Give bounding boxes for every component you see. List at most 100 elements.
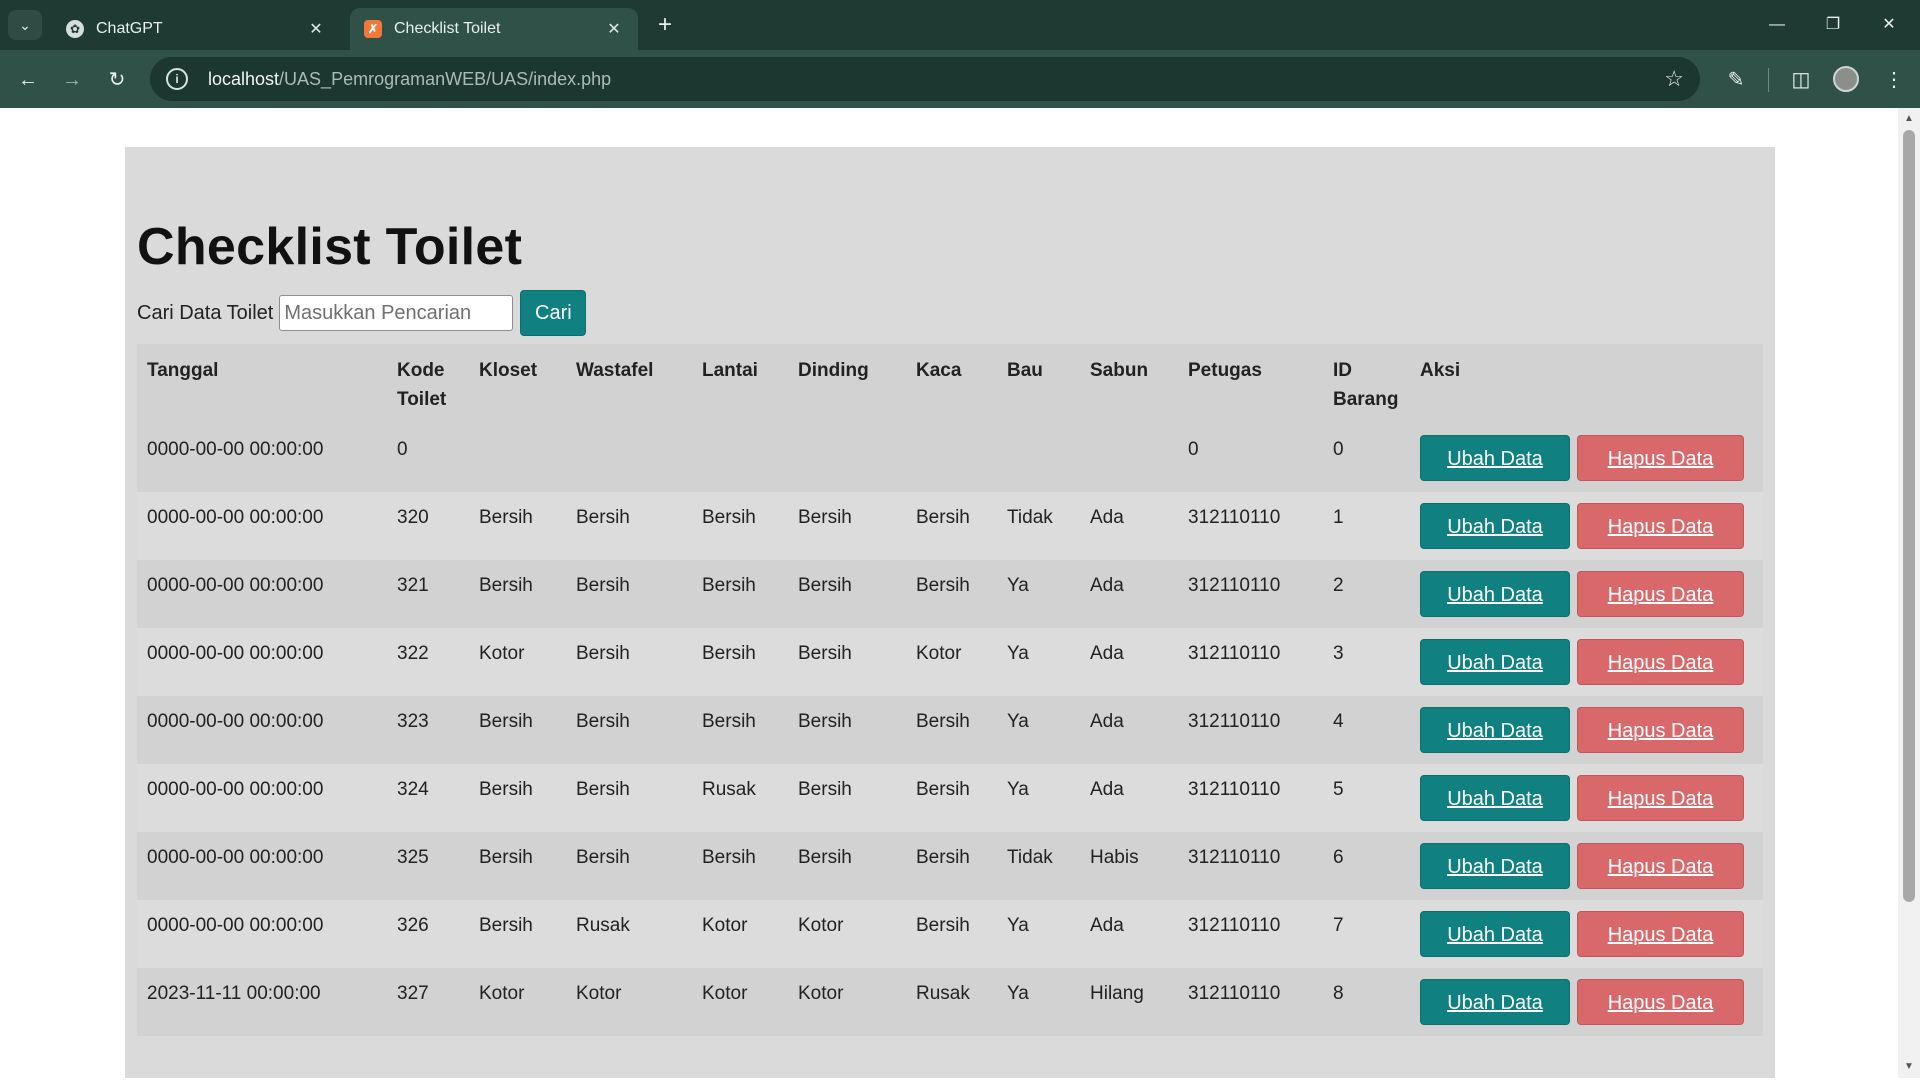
window-close-icon[interactable]: ✕ bbox=[1874, 12, 1904, 38]
delete-button[interactable]: Hapus Data bbox=[1577, 435, 1744, 481]
url-path: /UAS_PemrogramanWEB/UAS/index.php bbox=[279, 68, 612, 89]
header-kloset: Kloset bbox=[479, 360, 538, 381]
edit-button[interactable]: Ubah Data bbox=[1420, 707, 1570, 753]
cell-aksi: Ubah Data Hapus Data bbox=[1410, 424, 1763, 492]
scroll-down-arrow-icon[interactable]: ▼ bbox=[1898, 1058, 1920, 1076]
delete-button[interactable]: Hapus Data bbox=[1577, 911, 1744, 957]
cell-tanggal: 0000-00-00 00:00:00 bbox=[147, 643, 324, 664]
scroll-up-arrow-icon[interactable]: ▲ bbox=[1898, 110, 1920, 128]
side-panel-icon[interactable]: ◫ bbox=[1785, 64, 1817, 96]
bookmark-star-icon[interactable]: ☆ bbox=[1664, 66, 1684, 92]
minimize-icon[interactable]: — bbox=[1762, 12, 1792, 38]
cell-aksi: Ubah Data Hapus Data bbox=[1410, 832, 1763, 900]
cell-tanggal: 0000-00-00 00:00:00 bbox=[147, 779, 324, 800]
delete-button[interactable]: Hapus Data bbox=[1577, 571, 1744, 617]
cell-aksi: Ubah Data Hapus Data bbox=[1410, 764, 1763, 832]
back-arrow-icon[interactable]: ← bbox=[12, 64, 44, 96]
delete-button[interactable]: Hapus Data bbox=[1577, 503, 1744, 549]
cell-bau: Ya bbox=[1007, 915, 1029, 936]
restore-icon[interactable]: ❐ bbox=[1818, 12, 1848, 38]
cell-aksi: Ubah Data Hapus Data bbox=[1410, 900, 1763, 968]
cell-dinding: Bersih bbox=[798, 779, 852, 800]
edit-button[interactable]: Ubah Data bbox=[1420, 503, 1570, 549]
cell-kloset: Bersih bbox=[479, 779, 533, 800]
table-row: 2023-11-11 00:00:00 327 Kotor Kotor Kotor Kot… bbox=[137, 968, 1763, 1036]
cell-tanggal: 0000-00-00 00:00:00 bbox=[147, 915, 324, 936]
search-button[interactable]: Cari bbox=[520, 290, 587, 336]
header-id-barang: ID Barang bbox=[1333, 360, 1399, 410]
extensions-puzzle-icon[interactable]: ✎ bbox=[1720, 64, 1752, 96]
cell-kaca: Bersih bbox=[916, 779, 970, 800]
cell-petugas: 312110110 bbox=[1188, 711, 1281, 732]
cell-aksi: Ubah Data Hapus Data bbox=[1410, 492, 1763, 560]
cell-wastafel: Bersih bbox=[576, 847, 630, 868]
cell-id-barang: 0 bbox=[1333, 439, 1344, 460]
cell-petugas: 312110110 bbox=[1188, 507, 1281, 528]
cell-lantai: Kotor bbox=[702, 983, 748, 1004]
edit-button[interactable]: Ubah Data bbox=[1420, 435, 1570, 481]
cell-dinding: Bersih bbox=[798, 847, 852, 868]
header-kaca: Kaca bbox=[916, 360, 962, 381]
cell-tanggal: 0000-00-00 00:00:00 bbox=[147, 847, 324, 868]
cell-dinding: Kotor bbox=[798, 915, 844, 936]
table-header-row: Tanggal Kode Toilet Kloset Wastafel Lant… bbox=[137, 344, 1763, 424]
cell-kaca: Bersih bbox=[916, 711, 970, 732]
cell-kaca: Bersih bbox=[916, 575, 970, 596]
edit-button[interactable]: Ubah Data bbox=[1420, 911, 1570, 957]
content-panel: Checklist Toilet Cari Data Toilet Cari T… bbox=[125, 147, 1775, 1078]
edit-button[interactable]: Ubah Data bbox=[1420, 639, 1570, 685]
cell-kloset: Bersih bbox=[479, 575, 533, 596]
cell-id-barang: 5 bbox=[1333, 779, 1344, 800]
edit-button[interactable]: Ubah Data bbox=[1420, 843, 1570, 889]
scrollbar-thumb[interactable] bbox=[1903, 130, 1915, 902]
delete-button[interactable]: Hapus Data bbox=[1577, 775, 1744, 821]
cell-kode-toilet: 323 bbox=[397, 711, 429, 732]
cell-kode-toilet: 327 bbox=[397, 983, 429, 1004]
tab-chatgpt[interactable]: ✿ ChatGPT ✕ bbox=[52, 8, 340, 50]
delete-button[interactable]: Hapus Data bbox=[1577, 843, 1744, 889]
cell-kode-toilet: 326 bbox=[397, 915, 429, 936]
search-input[interactable] bbox=[279, 295, 514, 331]
page-title: Checklist Toilet bbox=[137, 218, 523, 276]
cell-id-barang: 8 bbox=[1333, 983, 1344, 1004]
tab-checklist-toilet[interactable]: ✗ Checklist Toilet ✕ bbox=[350, 8, 638, 50]
header-kode-toilet: Kode Toilet bbox=[397, 360, 447, 410]
cell-sabun: Ada bbox=[1090, 575, 1124, 596]
header-wastafel: Wastafel bbox=[576, 360, 654, 381]
toilet-checklist-table: Tanggal Kode Toilet Kloset Wastafel Lant… bbox=[137, 344, 1763, 1036]
cell-kloset: Bersih bbox=[479, 711, 533, 732]
tab-search-chevron-icon[interactable]: ⌄ bbox=[8, 10, 42, 40]
table-row: 0000-00-00 00:00:00 324 Bersih Bersih Rusak B… bbox=[137, 764, 1763, 832]
cell-petugas: 312110110 bbox=[1188, 643, 1281, 664]
cell-bau: Ya bbox=[1007, 711, 1029, 732]
cell-bau: Ya bbox=[1007, 779, 1029, 800]
cell-lantai: Kotor bbox=[702, 915, 748, 936]
cell-id-barang: 4 bbox=[1333, 711, 1344, 732]
search-label: Cari Data Toilet bbox=[137, 301, 274, 324]
header-tanggal: Tanggal bbox=[147, 360, 219, 381]
edit-button[interactable]: Ubah Data bbox=[1420, 775, 1570, 821]
cell-sabun bbox=[1080, 424, 1178, 492]
cell-petugas: 312110110 bbox=[1188, 915, 1281, 936]
page-scrollbar[interactable]: ▲ ▼ bbox=[1898, 108, 1920, 1078]
more-menu-kebab-icon[interactable]: ⋮ bbox=[1878, 64, 1910, 96]
delete-button[interactable]: Hapus Data bbox=[1577, 707, 1744, 753]
delete-button[interactable]: Hapus Data bbox=[1577, 639, 1744, 685]
reload-icon[interactable]: ↻ bbox=[101, 64, 133, 96]
delete-button[interactable]: Hapus Data bbox=[1577, 979, 1744, 1025]
profile-avatar[interactable] bbox=[1833, 66, 1859, 92]
site-info-icon[interactable]: i bbox=[166, 68, 188, 90]
edit-button[interactable]: Ubah Data bbox=[1420, 979, 1570, 1025]
cell-kode-toilet: 322 bbox=[397, 643, 429, 664]
header-dinding: Dinding bbox=[798, 360, 869, 381]
cell-sabun: Ada bbox=[1090, 643, 1124, 664]
new-tab-plus-icon[interactable]: + bbox=[652, 12, 678, 38]
toolbar-divider bbox=[1768, 68, 1769, 92]
close-icon[interactable]: ✕ bbox=[604, 19, 624, 39]
cell-kaca: Bersih bbox=[916, 847, 970, 868]
address-bar[interactable]: i localhost/UAS_PemrogramanWEB/UAS/index… bbox=[150, 57, 1700, 101]
close-icon[interactable]: ✕ bbox=[306, 19, 326, 39]
edit-button[interactable]: Ubah Data bbox=[1420, 571, 1570, 617]
table-body: 0000-00-00 00:00:00 0 0 0 Ubah Data Hapus Dat… bbox=[137, 424, 1763, 1036]
forward-arrow-icon[interactable]: → bbox=[56, 64, 88, 96]
